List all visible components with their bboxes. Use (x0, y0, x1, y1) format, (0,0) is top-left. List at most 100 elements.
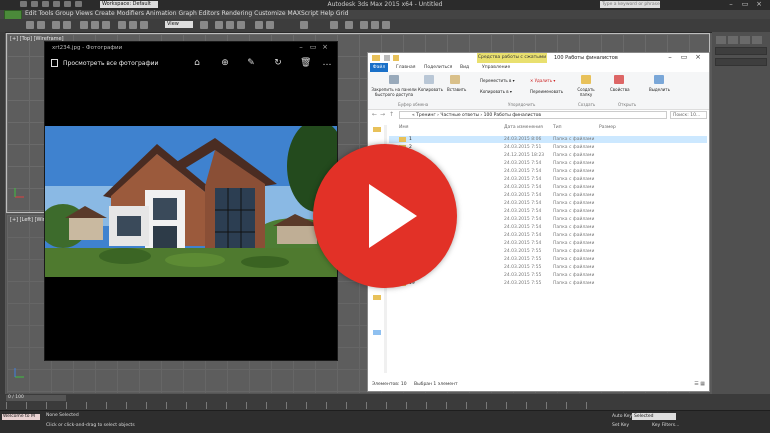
close-icon[interactable]: × (691, 53, 705, 61)
share-icon[interactable]: ⌂ (192, 58, 202, 68)
column-size-header[interactable]: Размер (599, 125, 616, 130)
open-file-icon[interactable] (30, 1, 38, 7)
hierarchy-tab-icon[interactable] (740, 36, 750, 44)
maximize-icon[interactable]: ▭ (677, 53, 691, 61)
menu-tools[interactable]: Tools (39, 10, 54, 17)
rotate-icon[interactable] (129, 21, 137, 29)
select-object-icon[interactable] (80, 21, 88, 29)
maximize-icon[interactable]: ▭ (307, 43, 319, 51)
menu-grid[interactable]: Grid (336, 10, 349, 17)
select-button[interactable]: Выделить (649, 87, 670, 92)
menu-rendering[interactable]: Rendering (222, 10, 253, 17)
menu-create[interactable]: Create (95, 10, 115, 17)
delete-icon[interactable]: 🗑 (300, 58, 311, 68)
more-icon[interactable]: … (322, 58, 332, 68)
column-name-header[interactable]: Имя (399, 125, 408, 130)
copy-button[interactable]: Копировать (418, 87, 443, 92)
save-file-icon[interactable] (41, 1, 49, 7)
column-type-header[interactable]: Тип (553, 125, 562, 130)
undo-icon[interactable] (52, 1, 60, 7)
menu-group[interactable]: Group (55, 10, 73, 17)
menu-customize[interactable]: Customize (254, 10, 286, 17)
redo-toolbar-icon[interactable] (37, 21, 45, 29)
new-folder-qat-icon[interactable] (393, 55, 399, 61)
key-filters-button[interactable]: Key Filters... (652, 423, 679, 428)
edit-pencil-icon[interactable]: ✎ (246, 58, 256, 68)
select-by-name-icon[interactable] (91, 21, 99, 29)
mirror-icon[interactable] (255, 21, 263, 29)
create-tab-icon[interactable] (716, 36, 726, 44)
address-bar[interactable]: « Тренинг › Частные ответы › 100 Работы … (399, 111, 667, 119)
project-folder-icon[interactable] (74, 1, 82, 7)
align-icon[interactable] (266, 21, 274, 29)
menu-graph-editors[interactable]: Graph Editors (178, 10, 219, 17)
large-icons-view-icon[interactable]: ▦ (700, 381, 705, 387)
column-date-header[interactable]: Дата изменения (504, 125, 543, 130)
back-arrow-icon[interactable]: ← (372, 111, 377, 118)
video-play-button[interactable] (313, 144, 457, 288)
percent-snap-icon[interactable] (237, 21, 245, 29)
unlink-icon[interactable] (63, 21, 71, 29)
compressed-tools-context-tab[interactable]: Средства работы с сжатыми (477, 53, 547, 63)
tab-view[interactable]: Вид (460, 64, 469, 72)
name-color-rollout[interactable] (715, 58, 767, 66)
snap-icon[interactable] (215, 21, 223, 29)
workspace-dropdown[interactable]: Workspace: Default (100, 1, 158, 8)
object-type-rollout[interactable] (715, 47, 767, 55)
reference-coordinate-dropdown[interactable]: View (165, 21, 193, 28)
properties-button[interactable]: Свойства (610, 87, 630, 92)
see-all-photos-link[interactable]: Просмотреть все фотографии (63, 60, 158, 67)
angle-snap-icon[interactable] (226, 21, 234, 29)
table-row[interactable]: 1 24.03.2015 8:06 Папка с файлами (389, 136, 707, 143)
maximize-icon[interactable]: ▭ (738, 0, 752, 8)
menu-help[interactable]: Help (320, 10, 334, 17)
curve-editor-icon[interactable] (330, 21, 338, 29)
link-icon[interactable] (52, 21, 60, 29)
gallery-icon[interactable] (51, 59, 58, 67)
nav-folder-icon[interactable] (373, 295, 381, 300)
move-to-button[interactable]: Переместить в ▾ (480, 78, 515, 83)
layer-manager-icon[interactable] (300, 21, 308, 29)
house-rendering-photo[interactable] (45, 126, 337, 277)
redo-icon[interactable] (63, 1, 71, 7)
render-frame-icon[interactable] (371, 21, 379, 29)
undo-toolbar-icon[interactable] (26, 21, 34, 29)
motion-tab-icon[interactable] (752, 36, 762, 44)
properties-qat-icon[interactable] (384, 55, 390, 61)
move-icon[interactable] (118, 21, 126, 29)
pivot-icon[interactable] (200, 21, 208, 29)
tab-home[interactable]: Главная (396, 64, 415, 72)
close-icon[interactable]: × (319, 43, 331, 51)
minimize-icon[interactable]: – (724, 0, 738, 8)
menu-views[interactable]: Views (75, 10, 92, 17)
auto-key-button[interactable]: Auto Key (612, 414, 632, 419)
rotate-photo-icon[interactable]: ↻ (273, 58, 283, 68)
forward-arrow-icon[interactable]: → (380, 111, 385, 118)
selection-set-dropdown[interactable]: Selected (632, 413, 676, 420)
tab-manage[interactable]: Управление (482, 64, 510, 72)
delete-button[interactable]: ✕ Удалить ▾ (530, 78, 555, 83)
menu-animation[interactable]: Animation (146, 10, 177, 17)
zoom-icon[interactable]: ⊕ (220, 58, 230, 68)
pin-quick-access-button[interactable]: Закрепить на панели быстрого доступа (370, 87, 418, 97)
maxscript-listener[interactable]: Welcome to M (2, 414, 40, 420)
max-search-input[interactable]: Type a keyword or phrase (600, 1, 660, 8)
time-slider[interactable]: 0 / 100 (6, 395, 66, 401)
material-editor-icon[interactable] (345, 21, 353, 29)
menu-maxscript[interactable]: MAXScript (288, 10, 319, 17)
render-icon[interactable] (382, 21, 390, 29)
details-view-icon[interactable]: ☰ (694, 381, 698, 387)
close-icon[interactable]: × (752, 0, 766, 8)
up-arrow-icon[interactable]: ↑ (389, 111, 394, 118)
new-file-icon[interactable] (20, 1, 27, 7)
menu-edit[interactable]: Edit (25, 10, 37, 17)
rename-button[interactable]: Переименовать (530, 89, 563, 94)
menu-modifiers[interactable]: Modifiers (117, 10, 144, 17)
tab-share[interactable]: Поделиться (424, 64, 452, 72)
rectangle-select-icon[interactable] (102, 21, 110, 29)
scale-icon[interactable] (140, 21, 148, 29)
minimize-icon[interactable]: – (295, 43, 307, 51)
set-key-button[interactable]: Set Key (612, 423, 629, 428)
copy-to-button[interactable]: Копировать в ▾ (480, 89, 512, 94)
search-input[interactable]: Поиск: 10... (670, 111, 707, 119)
